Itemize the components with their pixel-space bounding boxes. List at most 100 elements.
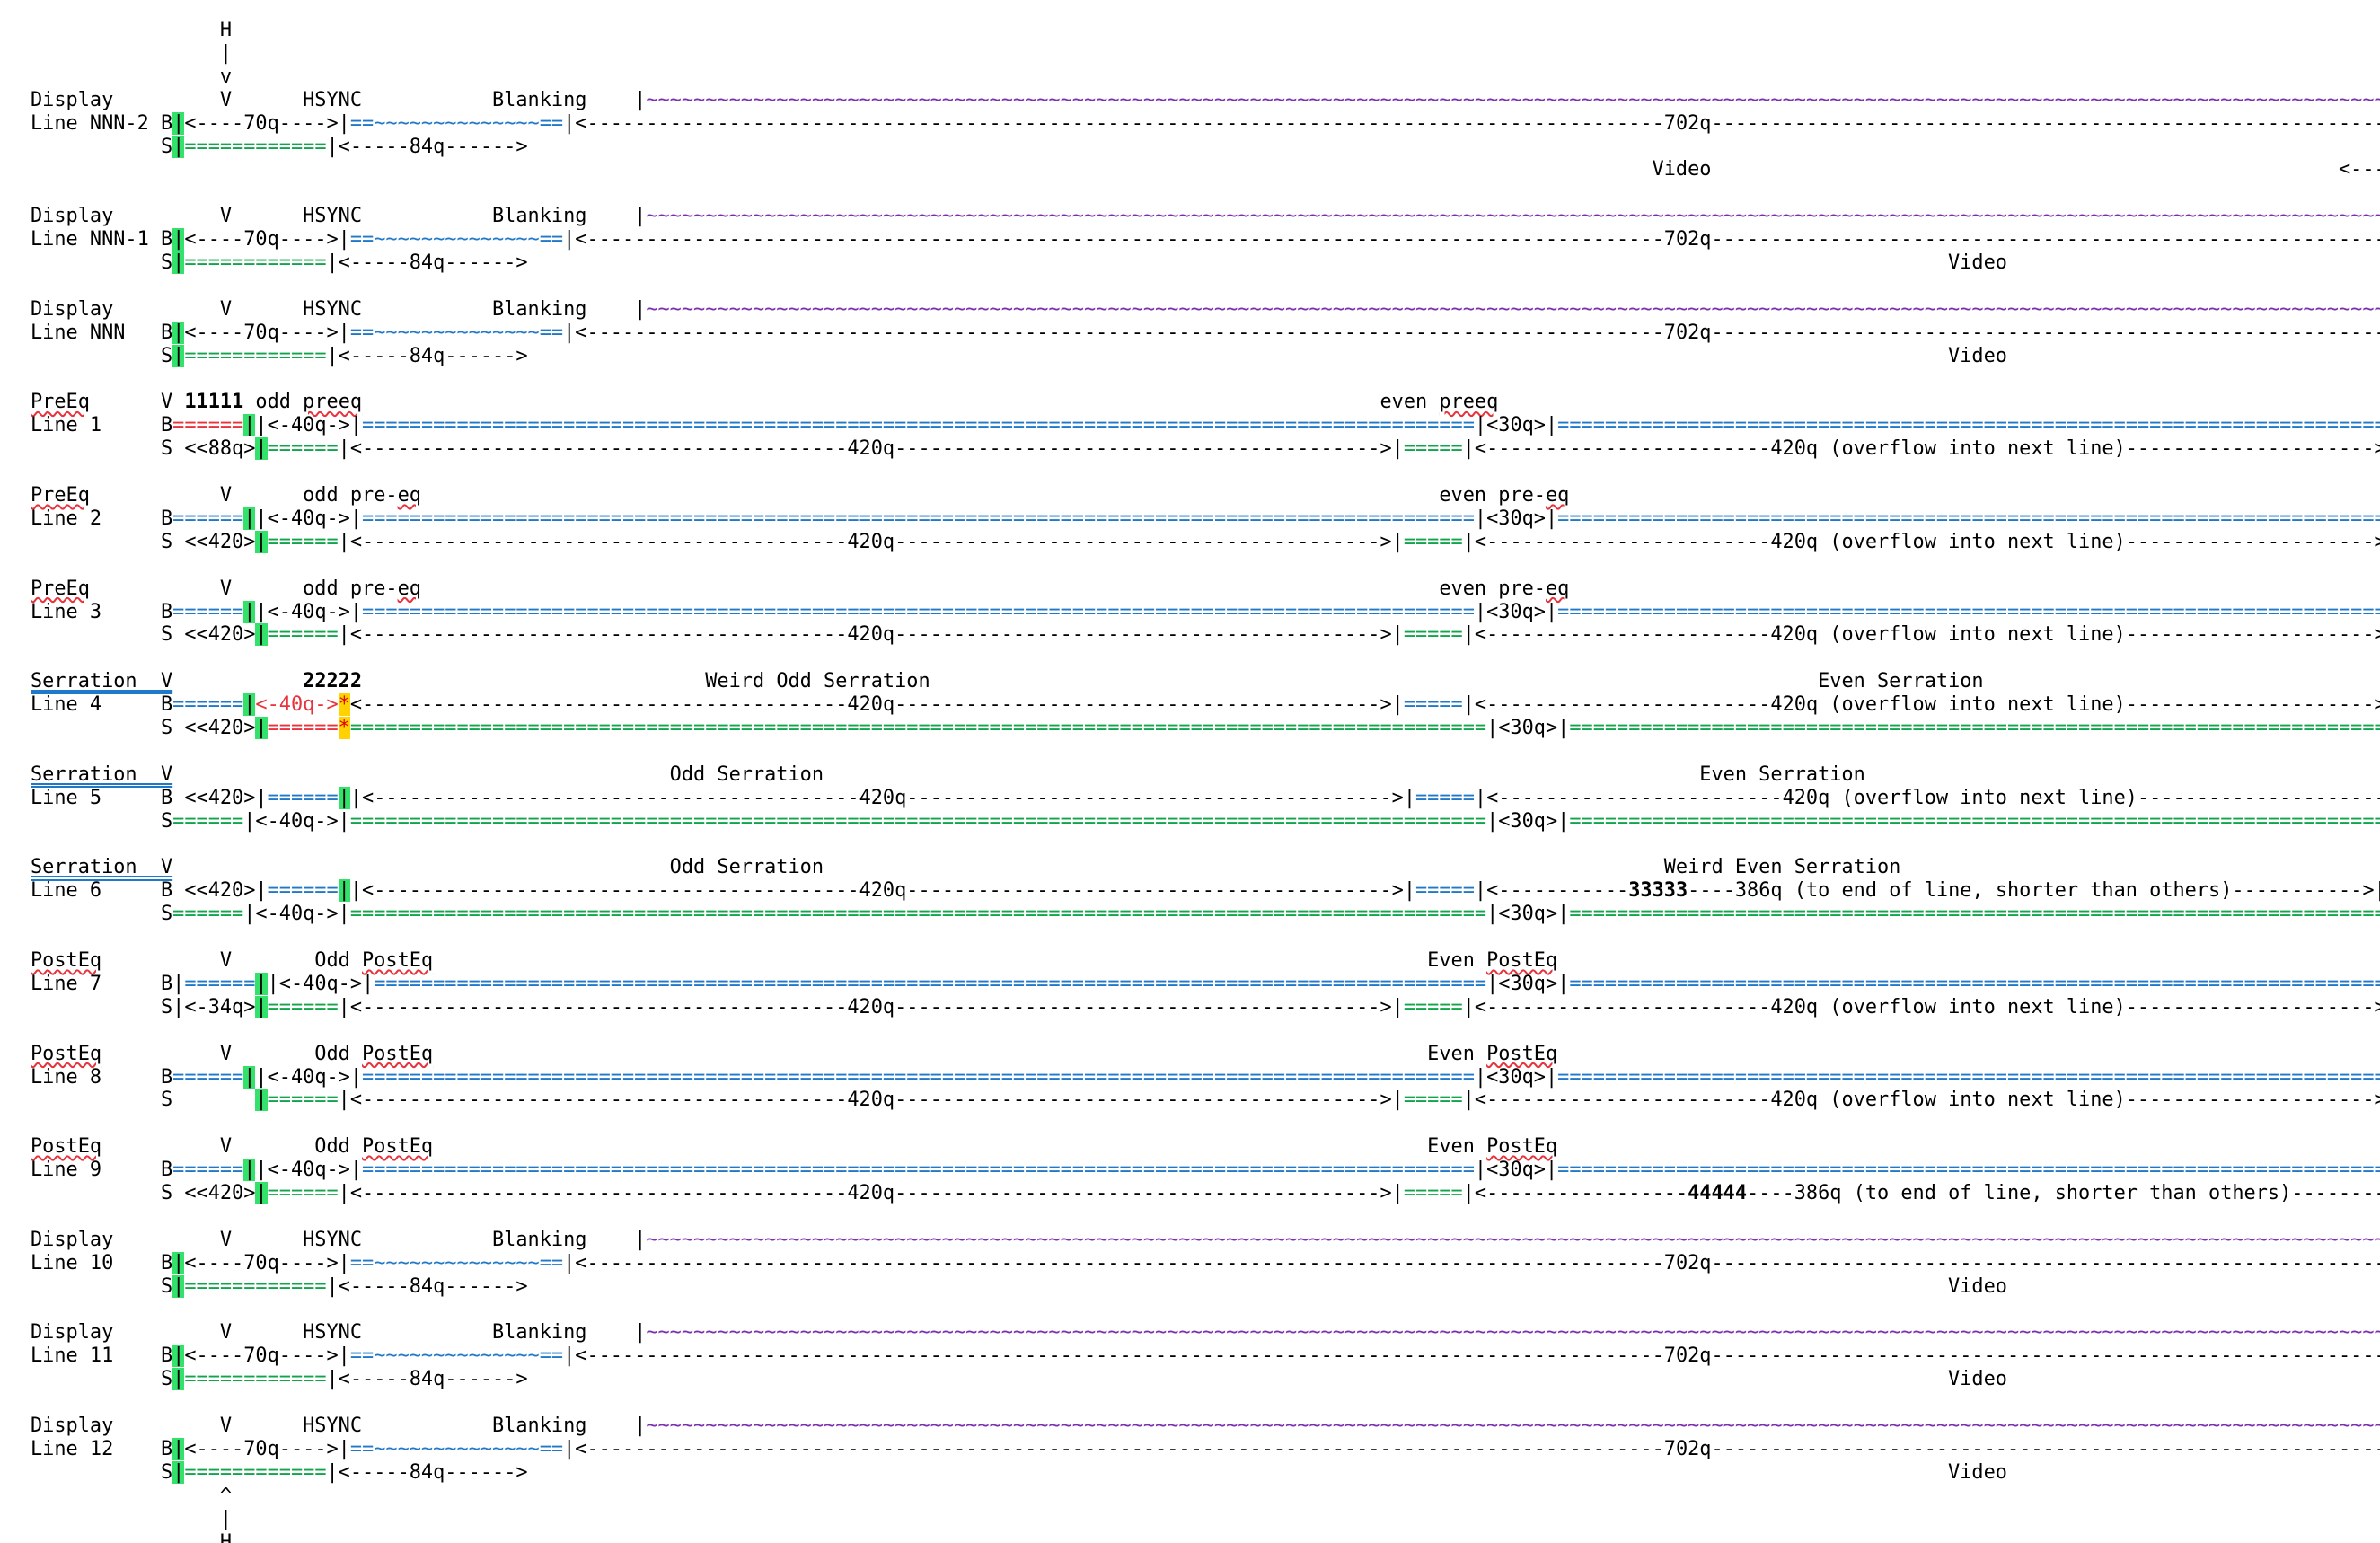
- blanking-segment: ======: [184, 972, 256, 995]
- diagram-line: PreEq V 11111 odd preeq even preeq: [31, 391, 1498, 414]
- text-segment: S <<420>: [31, 530, 256, 553]
- blanking-segment: ========================================…: [362, 414, 1475, 437]
- sync-segment: ======: [267, 995, 339, 1018]
- text-segment: |<30q>|: [1486, 903, 1570, 926]
- blanking-segment: ========================================…: [1569, 972, 2380, 995]
- diagram-line: S <<420>|======|<-----------------------…: [31, 1182, 2380, 1205]
- squiggle-label: preeq: [1439, 391, 1499, 414]
- text-segment: S: [31, 135, 173, 158]
- blanking-segment: ==~~~~~~~~~~~~~~==: [349, 111, 564, 135]
- text-segment: S: [31, 1368, 173, 1391]
- blanking-segment: ========================================…: [374, 972, 1487, 995]
- sync-marker: |: [255, 972, 268, 995]
- blanking-segment: =====: [1403, 693, 1463, 717]
- sync-segment: ======: [267, 623, 339, 647]
- text-segment: |<-40q->|: [255, 1159, 363, 1182]
- error-segment: ======: [267, 717, 339, 739]
- text-segment: |<-----------------: [1462, 1182, 1688, 1204]
- timing-diagram: H | v Display V HSYNC Blanking |~~~~~~~~~…: [0, 0, 2380, 1543]
- marker-number: 22222: [303, 670, 363, 693]
- diagram-line: Line 10 B|<----70q---->|==~~~~~~~~~~~~~~…: [31, 1251, 2380, 1275]
- text-segment: V Odd: [101, 1042, 363, 1065]
- diagram-line: PostEq V Odd PostEq Even PostEq: [31, 949, 1557, 973]
- text-segment: |<30q>|: [1474, 414, 1558, 437]
- sync-marker: |: [243, 1159, 256, 1182]
- squiggle-label: eq: [397, 484, 421, 507]
- blanking-segment: ======: [267, 786, 339, 809]
- text-segment: Line 4 B: [31, 693, 173, 717]
- text-segment: Display V HSYNC Blanking |: [31, 297, 647, 321]
- video-segment: ~~~~~~~~~~~~~~~~~~~~~~~~~~~~~~~~~~~~~~~~…: [646, 1228, 2380, 1251]
- text-segment: |<------------------------420q (overflow…: [1462, 995, 2380, 1018]
- text-segment: |<--------------------------------------…: [338, 995, 1404, 1018]
- text-segment: Line 9 B: [31, 1159, 173, 1182]
- sync-marker: |: [243, 693, 256, 717]
- text-segment: odd: [243, 391, 304, 414]
- sync-marker: |: [255, 1182, 268, 1204]
- text-segment: |<-40q->|: [255, 600, 363, 623]
- squiggle-label: eq: [397, 577, 421, 600]
- text-segment: Odd Serration Even Serration: [172, 763, 1865, 786]
- text-segment: Line 2 B: [31, 507, 173, 530]
- text-segment: |<--------------------------------------…: [563, 111, 2380, 135]
- text-segment: Line 1 B: [31, 414, 173, 437]
- text-segment: Line 6 B <<420>|: [31, 879, 268, 903]
- sync-segment: ============: [184, 1274, 327, 1298]
- diagram-line: S|<-34q>|======|<-----------------------…: [31, 995, 2380, 1019]
- sync-marker: |: [338, 879, 350, 903]
- text-segment: Display V HSYNC Blanking |: [31, 1415, 647, 1437]
- sync-segment: ======: [267, 1182, 339, 1204]
- text-segment: Odd Serration Weird Even Serration: [172, 856, 1901, 879]
- squiggle-label: PostEq: [362, 1042, 434, 1065]
- text-segment: S <<88q>: [31, 437, 256, 461]
- sync-segment: ============: [184, 135, 327, 158]
- text-segment: |<-40q->|: [255, 1065, 363, 1089]
- diagram-line: Line 1 B======||<-40q->|================…: [31, 414, 2380, 437]
- sync-segment: =====: [1403, 1089, 1463, 1112]
- sync-marker: |: [172, 251, 185, 274]
- text-segment: Line 7 B|: [31, 972, 185, 995]
- section-label: Serration V: [31, 763, 173, 786]
- sync-segment: ========================================…: [1569, 903, 2380, 926]
- video-segment: ~~~~~~~~~~~~~~~~~~~~~~~~~~~~~~~~~~~~~~~~…: [646, 297, 2380, 321]
- sync-marker: |: [172, 1251, 185, 1274]
- diagram-line: S <<88q>|======|<-----------------------…: [31, 437, 2380, 461]
- squiggle-label: PostEq: [1486, 1135, 1558, 1159]
- squiggle-label: PreEq: [31, 391, 90, 414]
- diagram-line: |: [31, 1508, 232, 1531]
- text-segment: even pre-: [420, 577, 1546, 600]
- sync-marker: |: [172, 111, 185, 135]
- diagram-line: Display V HSYNC Blanking |~~~~~~~~~~~~~~…: [31, 1321, 2380, 1345]
- text-segment: S: [31, 903, 173, 926]
- blanking-segment: ========================================…: [1557, 1159, 2380, 1182]
- sync-segment: ======: [267, 1089, 339, 1112]
- sync-marker: |: [243, 600, 256, 623]
- sync-marker: |: [172, 1274, 185, 1298]
- squiggle-label: PostEq: [362, 1135, 434, 1159]
- text-segment: [172, 670, 303, 692]
- diagram-line: Serration V Odd Serration Weird Even Ser…: [31, 856, 1900, 879]
- text-segment: |<-----84q------> Video <---8: [326, 344, 2007, 367]
- sync-segment: ======: [172, 809, 244, 833]
- diagram-line: v: [31, 66, 232, 89]
- diagram-line: Display V HSYNC Blanking |~~~~~~~~~~~~~~…: [31, 89, 2380, 112]
- text-segment: |: [31, 1507, 233, 1530]
- sync-marker: |: [172, 1345, 185, 1368]
- diagram-line: S|============|<-----84q------> Video: [31, 344, 2380, 368]
- text-segment: Line 5 B <<420>|: [31, 786, 268, 809]
- text-segment: V Odd: [101, 1135, 363, 1159]
- text-segment: Video <---54q-->|: [31, 158, 2380, 181]
- text-segment: |<--------------------------------------…: [338, 437, 1404, 461]
- text-segment: |<-----84q------>: [326, 135, 528, 158]
- blanking-segment: ==~~~~~~~~~~~~~~==: [349, 1437, 564, 1460]
- text-segment: |<-40q->|: [255, 414, 363, 437]
- sync-segment: =====: [1403, 1182, 1463, 1204]
- text-segment: Line 8 B: [31, 1065, 173, 1089]
- text-segment: ----386q (to end of line, shorter than o…: [1747, 1182, 2380, 1204]
- text-segment: S|<-34q>: [31, 995, 256, 1018]
- text-segment: <----70q---->|: [184, 1345, 350, 1368]
- diagram-line: ^: [31, 1485, 232, 1508]
- diagram-line: S <<420>|======|<-----------------------…: [31, 623, 2380, 647]
- text-segment: S: [31, 344, 173, 367]
- blanking-segment: ========================================…: [1557, 1065, 2380, 1089]
